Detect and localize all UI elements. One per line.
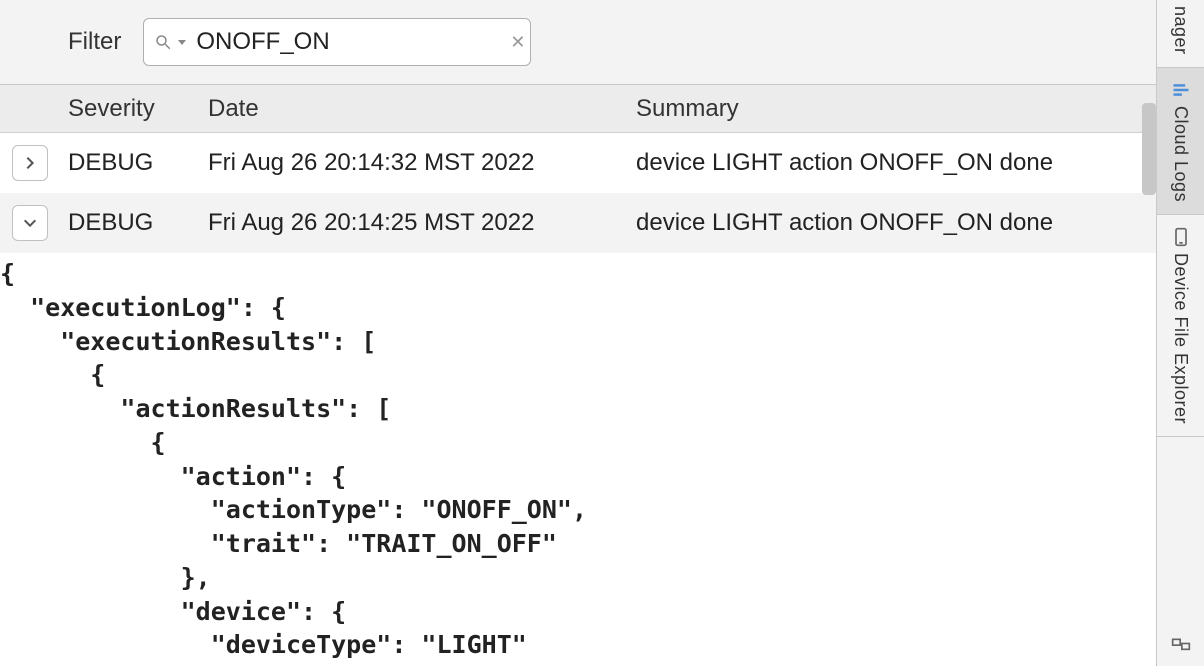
sidebar-tab-extra[interactable] bbox=[1157, 626, 1204, 666]
right-sidebar: nager Cloud Logs Device File Explorer bbox=[1156, 0, 1204, 666]
column-header-date: Date bbox=[208, 95, 636, 123]
search-icon[interactable] bbox=[154, 33, 172, 51]
sidebar-tab-manager[interactable]: nager bbox=[1157, 0, 1204, 68]
log-table-header: Severity Date Summary bbox=[0, 85, 1156, 133]
column-header-summary: Summary bbox=[636, 95, 1156, 123]
cell-severity: DEBUG bbox=[68, 149, 208, 177]
sidebar-tab-label: Device File Explorer bbox=[1170, 253, 1191, 424]
sidebar-tab-label: Cloud Logs bbox=[1170, 106, 1191, 202]
sidebar-tab-label: nager bbox=[1170, 6, 1191, 55]
cloud-logs-icon bbox=[1171, 80, 1191, 100]
layout-icon bbox=[1171, 636, 1191, 656]
device-icon bbox=[1171, 227, 1191, 247]
log-row[interactable]: DEBUG Fri Aug 26 20:14:32 MST 2022 devic… bbox=[0, 133, 1156, 193]
sidebar-tab-device-file-explorer[interactable]: Device File Explorer bbox=[1157, 215, 1204, 437]
log-detail-json: { "executionLog": { "executionResults": … bbox=[0, 253, 1156, 666]
sidebar-tab-cloud-logs[interactable]: Cloud Logs bbox=[1157, 68, 1204, 215]
cell-summary: device LIGHT action ONOFF_ON done bbox=[636, 149, 1156, 177]
filter-search-box[interactable]: ✕ bbox=[143, 18, 531, 66]
scrollbar-thumb[interactable] bbox=[1142, 103, 1156, 195]
log-table: Severity Date Summary DEBUG Fri Aug 26 2… bbox=[0, 85, 1156, 666]
expand-row-button[interactable] bbox=[12, 145, 48, 181]
cell-severity: DEBUG bbox=[68, 209, 208, 237]
filter-input[interactable] bbox=[196, 28, 506, 56]
log-row[interactable]: DEBUG Fri Aug 26 20:14:25 MST 2022 devic… bbox=[0, 193, 1156, 253]
cell-date: Fri Aug 26 20:14:25 MST 2022 bbox=[208, 209, 636, 237]
cell-summary: device LIGHT action ONOFF_ON done bbox=[636, 209, 1156, 237]
cell-date: Fri Aug 26 20:14:32 MST 2022 bbox=[208, 149, 636, 177]
filter-label: Filter bbox=[68, 28, 121, 56]
collapse-row-button[interactable] bbox=[12, 205, 48, 241]
filter-bar: Filter ✕ bbox=[0, 0, 1156, 85]
column-header-severity: Severity bbox=[68, 95, 208, 123]
json-content[interactable]: { "executionLog": { "executionResults": … bbox=[0, 257, 1156, 662]
search-options-caret-icon[interactable] bbox=[178, 40, 186, 45]
clear-filter-icon[interactable]: ✕ bbox=[506, 32, 529, 53]
